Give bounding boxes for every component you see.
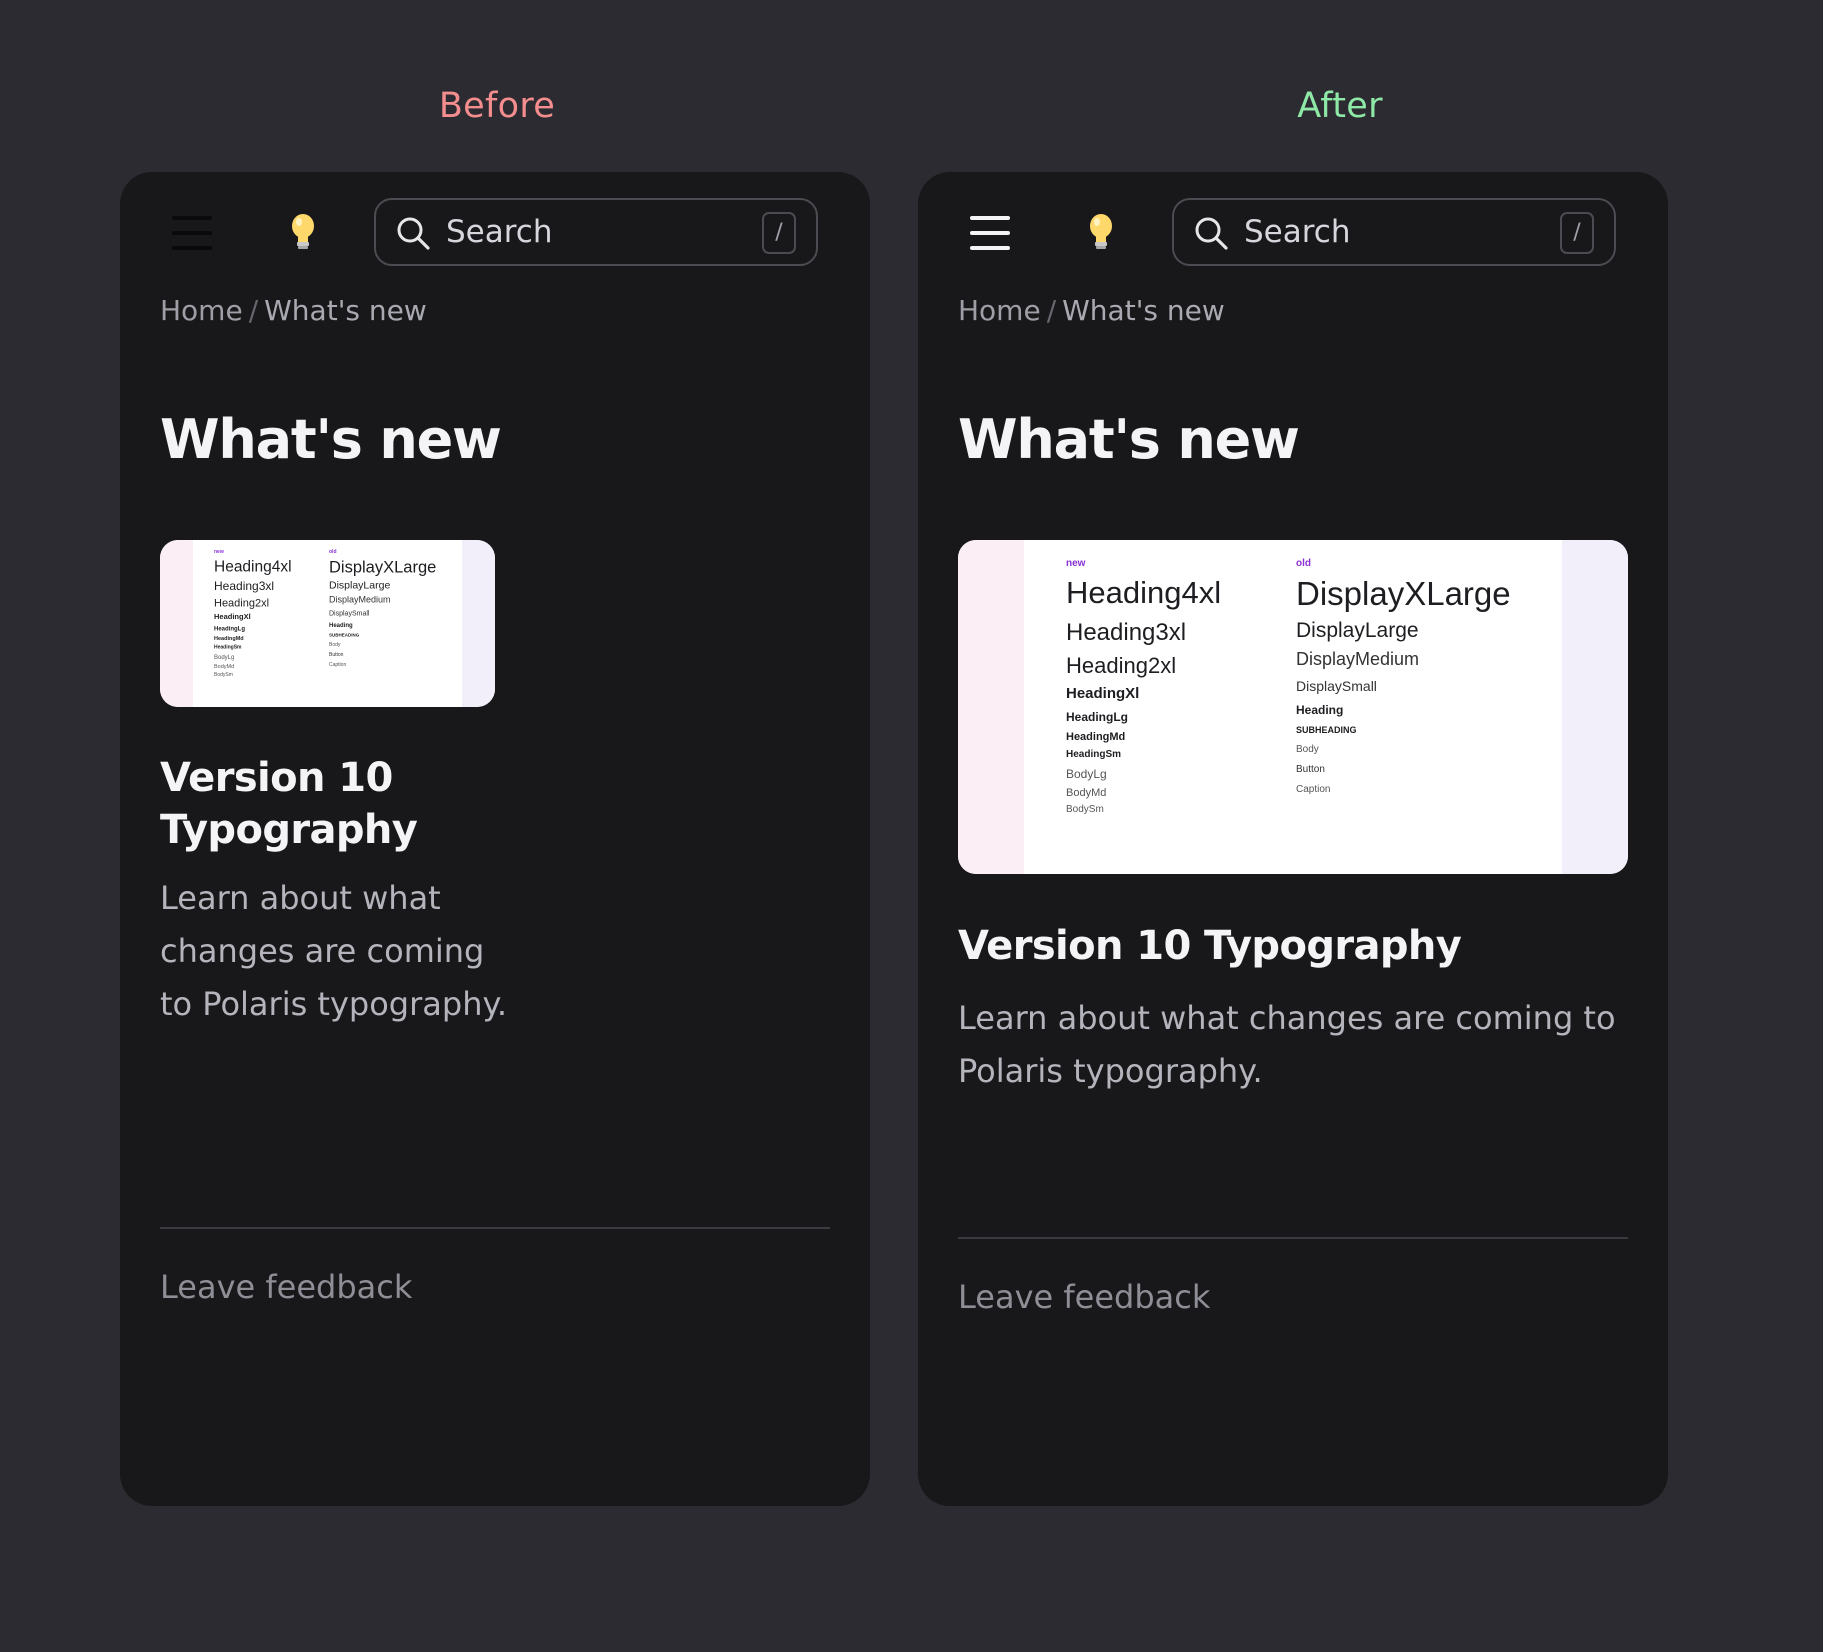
breadcrumb: Home / What's new	[160, 294, 427, 327]
lightbulb-icon[interactable]	[288, 212, 318, 254]
search-icon	[397, 217, 430, 250]
panel-after: / Home/What's new What's new new Heading…	[918, 172, 1668, 1506]
before-label: Before	[438, 86, 556, 126]
card-thumbnail[interactable]: new Heading4xl Heading3xl Heading2xl Hea…	[958, 540, 1628, 874]
hamburger-icon[interactable]	[970, 216, 1012, 250]
breadcrumb-home[interactable]: Home	[160, 294, 243, 327]
thumb-old-column: old DisplayXLarge DisplayLarge DisplayMe…	[1296, 558, 1511, 795]
top-bar: /	[958, 198, 1628, 268]
leave-feedback-link[interactable]: Leave feedback	[958, 1278, 1210, 1316]
thumb-old-column: old DisplayXLarge DisplayLarge DisplayMe…	[329, 549, 437, 668]
divider	[958, 1237, 1628, 1239]
page-title: What's new	[958, 408, 1300, 471]
breadcrumb-current: What's new	[264, 294, 427, 327]
thumb-new-column: new Heading4xl Heading3xl Heading2xl Hea…	[1066, 558, 1222, 815]
divider	[160, 1227, 830, 1229]
shortcut-key: /	[762, 212, 796, 254]
leave-feedback-link[interactable]: Leave feedback	[160, 1268, 412, 1306]
hamburger-icon[interactable]	[172, 216, 214, 250]
search-input[interactable]	[1244, 200, 1544, 264]
breadcrumb: Home / What's new	[958, 294, 1225, 327]
card-thumbnail[interactable]: new Heading4xl Heading3xl Heading2xl Hea…	[160, 540, 495, 707]
shortcut-key: /	[1560, 212, 1594, 254]
search-input[interactable]	[446, 200, 746, 264]
card-description: Learn about what changes are coming to P…	[160, 879, 508, 1023]
search-box[interactable]: /	[374, 198, 818, 266]
page-title: What's new	[160, 408, 502, 471]
top-bar: /	[160, 198, 830, 268]
lightbulb-icon[interactable]	[1086, 212, 1116, 254]
card-title[interactable]: Version 10 Typography	[958, 920, 1638, 972]
thumb-new-column: new Heading4xl Heading3xl Heading2xl Hea…	[214, 549, 292, 678]
search-icon	[1195, 217, 1228, 250]
breadcrumb-separator: /	[248, 294, 259, 327]
breadcrumb-home[interactable]: Home	[958, 294, 1041, 327]
card-description: Learn about what changes are coming to P…	[958, 999, 1616, 1090]
breadcrumb-separator: /	[1046, 294, 1057, 327]
search-box[interactable]: /	[1172, 198, 1616, 266]
panel-before: / Home/What's new What's new new Heading…	[120, 172, 870, 1506]
breadcrumb-current: What's new	[1062, 294, 1225, 327]
after-label: After	[1297, 86, 1383, 126]
card-title[interactable]: Version 10 Typography	[160, 752, 530, 856]
